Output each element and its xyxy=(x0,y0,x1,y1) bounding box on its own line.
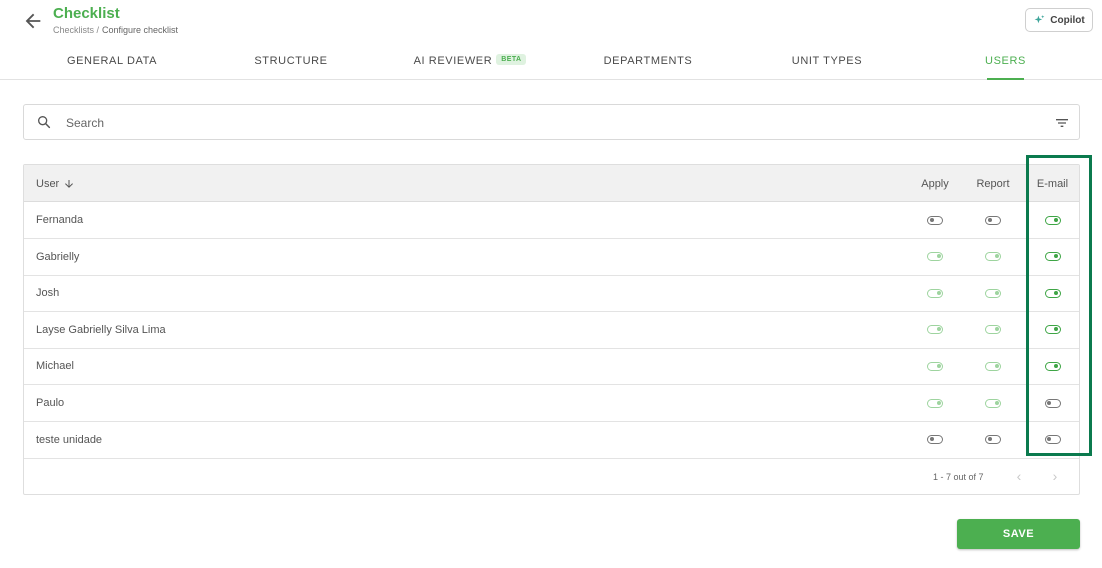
report-column-header: Report xyxy=(976,177,1010,190)
apply-cell xyxy=(907,422,963,458)
email-toggle[interactable] xyxy=(1044,435,1061,445)
breadcrumb: Checklists / Configure checklist xyxy=(53,25,178,35)
email-cell xyxy=(1025,275,1080,311)
beta-badge: BETA xyxy=(496,54,527,65)
apply-column-header: Apply xyxy=(921,177,949,190)
tab-label: DEPARTMENTS xyxy=(603,55,693,67)
breadcrumb-current: Configure checklist xyxy=(102,25,179,35)
email-toggle[interactable] xyxy=(1044,361,1061,371)
tab-label: USERS xyxy=(985,55,1026,67)
report-toggle[interactable] xyxy=(985,215,1001,225)
report-toggle[interactable] xyxy=(985,288,1001,298)
search-input[interactable] xyxy=(66,114,966,132)
filter-icon[interactable] xyxy=(1054,115,1070,131)
apply-cell xyxy=(907,348,963,384)
apply-cell xyxy=(907,275,963,311)
report-toggle[interactable] xyxy=(985,252,1001,262)
email-cell xyxy=(1025,422,1080,458)
tab-label: STRUCTURE xyxy=(254,55,328,67)
email-toggle[interactable] xyxy=(1044,288,1061,298)
report-cell xyxy=(966,422,1020,458)
report-cell xyxy=(966,312,1020,348)
report-toggle[interactable] xyxy=(985,398,1001,408)
report-toggle[interactable] xyxy=(985,361,1001,371)
apply-toggle[interactable] xyxy=(927,215,943,225)
apply-toggle[interactable] xyxy=(927,435,943,445)
breadcrumb-parent[interactable]: Checklists / xyxy=(53,25,99,35)
table-row: Gabrielly xyxy=(24,239,1079,276)
tab-structure[interactable]: STRUCTURE xyxy=(201,46,381,80)
search-bar xyxy=(23,104,1080,140)
tab-label: AI REVIEWER xyxy=(413,55,493,67)
page-header: Checklist Checklists / Configure checkli… xyxy=(0,0,1102,80)
user-name: Gabrielly xyxy=(36,250,80,263)
user-name: Josh xyxy=(36,287,60,300)
report-cell xyxy=(966,275,1020,311)
user-name: Fernanda xyxy=(36,214,84,226)
email-toggle[interactable] xyxy=(1044,398,1061,408)
email-column-header: E-mail xyxy=(1036,177,1069,190)
tab-unit-types[interactable]: UNIT TYPES xyxy=(737,46,917,80)
chevron-left-icon: ‹ xyxy=(1016,468,1022,484)
user-name: Michael xyxy=(36,360,74,373)
user-name: Layse Gabrielly Silva Lima xyxy=(36,323,166,336)
user-header-label: User xyxy=(36,177,60,190)
chevron-right-icon: › xyxy=(1052,468,1058,484)
table-row: Fernanda xyxy=(24,202,1079,239)
report-cell xyxy=(966,385,1020,421)
table-footer: 1 - 7 out of 7 ‹ › xyxy=(24,458,1079,495)
apply-cell xyxy=(907,385,963,421)
search-icon xyxy=(38,116,51,129)
table-row: Paulo xyxy=(24,385,1079,422)
email-toggle[interactable] xyxy=(1044,215,1061,225)
table-row: teste unidade xyxy=(24,422,1079,459)
apply-toggle[interactable] xyxy=(927,398,943,408)
apply-cell xyxy=(907,239,963,275)
tab-ai-reviewer[interactable]: AI REVIEWER BETA xyxy=(380,46,560,80)
email-toggle[interactable] xyxy=(1044,252,1061,262)
tab-general-data[interactable]: GENERAL DATA xyxy=(22,46,202,80)
next-page-button[interactable]: › xyxy=(1046,467,1064,485)
email-cell xyxy=(1025,348,1080,384)
email-cell xyxy=(1025,239,1080,275)
tab-label: GENERAL DATA xyxy=(66,55,158,67)
report-cell xyxy=(966,202,1020,238)
email-cell xyxy=(1025,385,1080,421)
user-name: Paulo xyxy=(36,397,65,409)
table-row: Josh xyxy=(24,275,1080,313)
previous-page-button[interactable]: ‹ xyxy=(1010,467,1028,485)
report-cell xyxy=(966,239,1020,275)
report-toggle[interactable] xyxy=(985,435,1001,445)
email-toggle[interactable] xyxy=(1044,325,1061,335)
table-row: Michael xyxy=(24,348,1080,386)
page-title: Checklist xyxy=(53,5,120,22)
users-table: User Apply Report E-mail Fernanda Gabriel… xyxy=(23,164,1080,495)
table-row: Layse Gabrielly Silva Lima xyxy=(24,312,1079,349)
apply-toggle[interactable] xyxy=(927,325,943,335)
report-toggle[interactable] xyxy=(985,325,1001,335)
copilot-label: Copilot xyxy=(1050,14,1085,26)
user-name: teste unidade xyxy=(36,433,103,446)
apply-cell xyxy=(907,202,963,238)
report-cell xyxy=(966,348,1020,384)
copilot-button[interactable]: Copilot xyxy=(1025,8,1093,32)
email-cell xyxy=(1025,202,1080,238)
tab-label: UNIT TYPES xyxy=(791,55,863,67)
tab-bar: GENERAL DATA STRUCTURE AI REVIEWER BETA D… xyxy=(0,46,1102,80)
table-header: User Apply Report E-mail xyxy=(24,165,1079,202)
tab-departments[interactable]: DEPARTMENTS xyxy=(558,46,738,80)
arrow-down-icon xyxy=(65,179,74,188)
apply-toggle[interactable] xyxy=(927,361,943,371)
back-button[interactable] xyxy=(22,10,44,32)
user-column-header[interactable]: User xyxy=(36,165,75,202)
save-button[interactable]: SAVE xyxy=(957,519,1080,549)
tab-users[interactable]: USERS xyxy=(985,46,1026,80)
email-cell xyxy=(1025,312,1080,348)
arrow-left-icon xyxy=(25,13,41,29)
apply-toggle[interactable] xyxy=(927,252,943,262)
apply-cell xyxy=(907,312,963,348)
pagination-info: 1 - 7 out of 7 xyxy=(933,471,984,482)
sparkle-icon xyxy=(1034,14,1045,23)
apply-toggle[interactable] xyxy=(927,288,943,298)
